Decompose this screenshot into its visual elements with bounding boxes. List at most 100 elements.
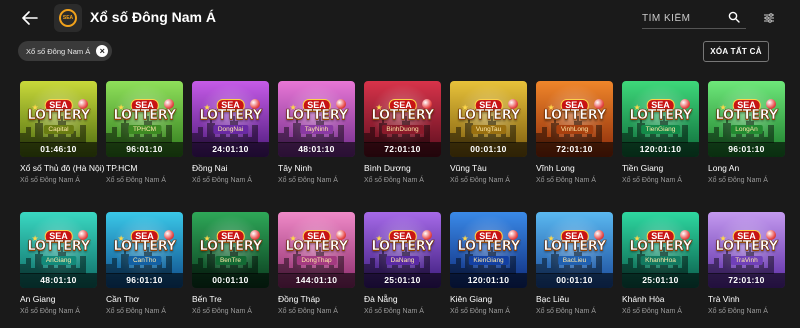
game-card[interactable]: ★ SEA LOTTERY TPHCM 96:01:10 TP.HCM Xổ s… (106, 81, 183, 198)
star-icon: ★ (375, 234, 383, 243)
lottery-ball-icon (679, 230, 690, 240)
lottery-ball-icon (507, 230, 518, 240)
province-label: DongThap (296, 256, 337, 265)
game-thumbnail[interactable]: ★ SEA LOTTERY DaNang 25:01:10 (364, 212, 441, 288)
lottery-ball-icon (593, 230, 604, 240)
game-name[interactable]: Trà Vinh (708, 294, 785, 304)
game-card[interactable]: ★ SEA LOTTERY TraVinh 72:01:10 Trà Vinh … (708, 212, 785, 328)
star-icon: ★ (633, 234, 641, 243)
search-icon[interactable] (728, 11, 740, 23)
game-name[interactable]: Vĩnh Long (536, 163, 613, 173)
province-label: BinhDuong (381, 125, 424, 134)
game-card[interactable]: ★ SEA LOTTERY DaNang 25:01:10 Đà Nẵng Xổ… (364, 212, 441, 328)
game-name[interactable]: Bình Dương (364, 163, 441, 173)
game-thumbnail[interactable]: ★ SEA LOTTERY TraVinh 72:01:10 (708, 212, 785, 288)
search-box (642, 8, 746, 29)
game-name[interactable]: Khánh Hòa (622, 294, 699, 304)
game-thumbnail[interactable]: ★ SEA LOTTERY KhanhHoa 25:01:10 (622, 212, 699, 288)
game-card[interactable]: ★ SEA LOTTERY LongAn 96:01:10 Long An Xổ… (708, 81, 785, 198)
countdown-timer: 96:01:10 (106, 142, 183, 157)
arrow-left-icon[interactable] (22, 11, 38, 25)
game-name[interactable]: Tây Ninh (278, 163, 355, 173)
game-thumbnail[interactable]: ★ SEA LOTTERY VungTau 00:01:10 (450, 81, 527, 157)
game-card[interactable]: ★ SEA LOTTERY TienGiang 120:01:10 Tiền G… (622, 81, 699, 198)
game-name[interactable]: Long An (708, 163, 785, 173)
game-name[interactable]: An Giang (20, 294, 97, 304)
game-thumbnail[interactable]: ★ SEA LOTTERY KienGiang 120:01:10 (450, 212, 527, 288)
game-name[interactable]: Tiền Giang (622, 163, 699, 173)
province-label: DongNai (212, 125, 249, 134)
game-thumbnail[interactable]: ★ SEA LOTTERY DongThap 144:01:10 (278, 212, 355, 288)
game-card[interactable]: ★ SEA LOTTERY CanTho 96:01:10 Cần Thơ Xổ… (106, 212, 183, 328)
game-thumbnail[interactable]: ★ SEA LOTTERY Capital 01:46:10 (20, 81, 97, 157)
star-icon: ★ (375, 103, 383, 112)
countdown-timer: 72:01:10 (364, 142, 441, 157)
game-card[interactable]: ★ SEA LOTTERY DongThap 144:01:10 Đồng Th… (278, 212, 355, 328)
game-thumbnail[interactable]: ★ SEA LOTTERY BacLieu 00:01:10 (536, 212, 613, 288)
game-thumbnail[interactable]: ★ SEA LOTTERY DongNai 24:01:10 (192, 81, 269, 157)
game-card[interactable]: ★ SEA LOTTERY BinhDuong 72:01:10 Bình Dư… (364, 81, 441, 198)
game-thumbnail[interactable]: ★ SEA LOTTERY TPHCM 96:01:10 (106, 81, 183, 157)
game-card[interactable]: ★ SEA LOTTERY KhanhHoa 25:01:10 Khánh Hò… (622, 212, 699, 328)
game-name[interactable]: Đồng Nai (192, 163, 269, 173)
game-thumbnail[interactable]: ★ SEA LOTTERY AnGiang 48:01:10 (20, 212, 97, 288)
game-card[interactable]: ★ SEA LOTTERY VungTau 00:01:10 Vũng Tàu … (450, 81, 527, 198)
province-label: Capital (43, 125, 74, 134)
star-icon: ★ (289, 103, 297, 112)
star-icon: ★ (719, 103, 727, 112)
game-card[interactable]: ★ SEA LOTTERY VinhLong 72:01:10 Vĩnh Lon… (536, 81, 613, 198)
game-name[interactable]: Bạc Liêu (536, 294, 613, 304)
game-thumbnail[interactable]: ★ SEA LOTTERY BinhDuong 72:01:10 (364, 81, 441, 157)
countdown-timer: 48:01:10 (278, 142, 355, 157)
lottery-badge: ★ SEA LOTTERY AnGiang (27, 230, 91, 268)
game-card[interactable]: ★ SEA LOTTERY AnGiang 48:01:10 An Giang … (20, 212, 97, 328)
header-bar: SEA Xổ số Đông Nam Á (0, 0, 800, 36)
sliders-icon[interactable] (763, 12, 775, 24)
game-card[interactable]: ★ SEA LOTTERY Capital 01:46:10 Xổ số Thủ… (20, 81, 104, 198)
province-label: KhanhHoa (640, 256, 681, 265)
game-thumbnail[interactable]: ★ SEA LOTTERY TienGiang 120:01:10 (622, 81, 699, 157)
lottery-badge: ★ SEA LOTTERY KienGiang (457, 230, 521, 268)
game-name[interactable]: Vũng Tàu (450, 163, 527, 173)
game-card[interactable]: ★ SEA LOTTERY TayNinh 48:01:10 Tây Ninh … (278, 81, 355, 198)
lottery-badge: ★ SEA LOTTERY TraVinh (715, 230, 779, 268)
game-name[interactable]: Đồng Tháp (278, 294, 355, 304)
game-name[interactable]: Kiên Giang (450, 294, 527, 304)
game-card[interactable]: ★ SEA LOTTERY KienGiang 120:01:10 Kiên G… (450, 212, 527, 328)
game-thumbnail[interactable]: ★ SEA LOTTERY LongAn 96:01:10 (708, 81, 785, 157)
game-card[interactable]: ★ SEA LOTTERY BacLieu 00:01:10 Bạc Liêu … (536, 212, 613, 328)
game-thumbnail[interactable]: ★ SEA LOTTERY VinhLong 72:01:10 (536, 81, 613, 157)
lottery-badge: ★ SEA LOTTERY TayNinh (285, 99, 349, 137)
game-category: Xổ số Đông Nam Á (708, 308, 768, 315)
game-name[interactable]: Đà Nẵng (364, 294, 441, 304)
clear-all-button[interactable]: XÓA TẤT CẢ (703, 41, 769, 62)
game-thumbnail[interactable]: ★ SEA LOTTERY BenTre 00:01:10 (192, 212, 269, 288)
game-thumbnail[interactable]: ★ SEA LOTTERY TayNinh 48:01:10 (278, 81, 355, 157)
province-label: CanTho (127, 256, 162, 265)
game-category: Xổ số Đông Nam Á (450, 177, 510, 184)
game-card[interactable]: ★ SEA LOTTERY BenTre 00:01:10 Bến Tre Xổ… (192, 212, 269, 328)
page-title: Xổ số Đông Nam Á (90, 9, 217, 25)
province-label: BacLieu (557, 256, 592, 265)
countdown-timer: 00:01:10 (536, 273, 613, 288)
game-category: Xổ số Đông Nam Á (20, 308, 80, 315)
game-name[interactable]: Cần Thơ (106, 294, 183, 304)
game-name[interactable]: TP.HCM (106, 163, 183, 173)
countdown-timer: 25:01:10 (622, 273, 699, 288)
lottery-badge: ★ SEA LOTTERY CanTho (113, 230, 177, 268)
lottery-ball-icon (335, 230, 346, 240)
game-name[interactable]: Bến Tre (192, 294, 269, 304)
province-label: BenTre (214, 256, 247, 265)
star-icon: ★ (461, 103, 469, 112)
lottery-badge: ★ SEA LOTTERY TienGiang (629, 99, 693, 137)
close-icon[interactable]: × (96, 45, 109, 57)
game-card[interactable]: ★ SEA LOTTERY DongNai 24:01:10 Đồng Nai … (192, 81, 269, 198)
game-category: Xổ số Đông Nam Á (708, 177, 768, 184)
game-thumbnail[interactable]: ★ SEA LOTTERY CanTho 96:01:10 (106, 212, 183, 288)
lottery-ball-icon (421, 99, 432, 109)
game-name[interactable]: Xổ số Thủ đô (Hà Nội) (20, 163, 104, 173)
lottery-badge: ★ SEA LOTTERY BacLieu (543, 230, 607, 268)
countdown-timer: 48:01:10 (20, 273, 97, 288)
lottery-badge: ★ SEA LOTTERY DongThap (285, 230, 349, 268)
search-input[interactable] (642, 9, 722, 28)
